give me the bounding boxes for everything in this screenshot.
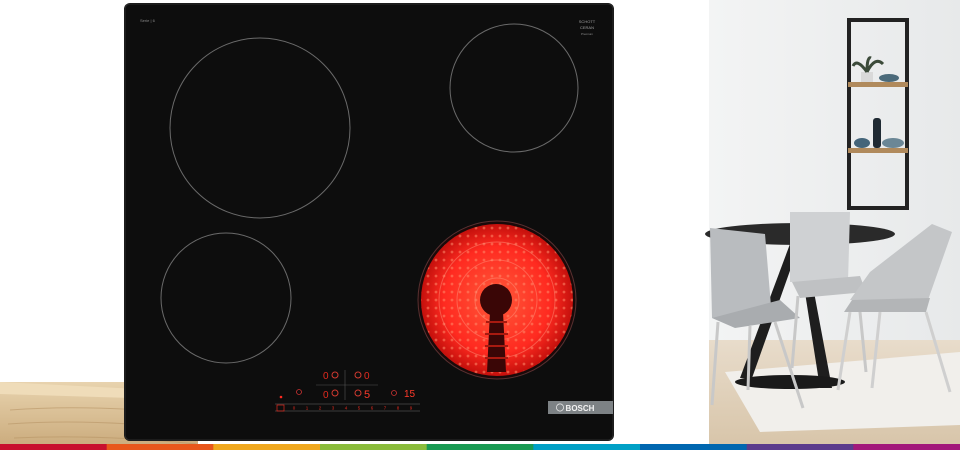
color-bar-segment xyxy=(746,444,855,450)
color-bar-segment xyxy=(213,444,321,450)
room-photo xyxy=(705,0,960,450)
color-bar-segment xyxy=(853,444,960,450)
display-front-right: 5 xyxy=(364,389,370,401)
model-label: Serie | 6 xyxy=(140,18,156,23)
color-bar-segment xyxy=(533,444,641,450)
product-scene: Serie | 6 SCHOTT CERAN Premium 0 0 0 5 1… xyxy=(0,0,960,450)
color-bar-segment xyxy=(106,444,215,450)
bowl-icon xyxy=(882,138,904,148)
color-bar-segment xyxy=(640,444,748,450)
bottle-icon xyxy=(873,118,881,148)
display-rear-left: 0 xyxy=(323,371,329,382)
shelf-board-lower xyxy=(848,148,908,153)
display-front-left: 0 xyxy=(323,390,329,401)
timer-display: 15 xyxy=(404,389,416,400)
badge-line2: CERAN xyxy=(580,25,594,30)
display-rear-right: 0 xyxy=(364,371,370,382)
color-bar-segment xyxy=(320,444,428,450)
cooktop: Serie | 6 SCHOTT CERAN Premium 0 0 0 5 1… xyxy=(124,3,614,441)
badge-line1: SCHOTT xyxy=(579,19,596,24)
badge-line3: Premium xyxy=(581,32,594,36)
cup-icon xyxy=(854,138,870,148)
cooking-zone-hot xyxy=(417,220,577,380)
color-bar-segment xyxy=(0,444,108,450)
brand-logo: BOSCH xyxy=(566,404,595,413)
footer-color-bar xyxy=(0,444,960,450)
bowl-icon xyxy=(879,74,899,82)
shelf-board-upper xyxy=(848,82,908,87)
indicator-light xyxy=(279,395,283,399)
color-bar-segment xyxy=(426,444,535,450)
